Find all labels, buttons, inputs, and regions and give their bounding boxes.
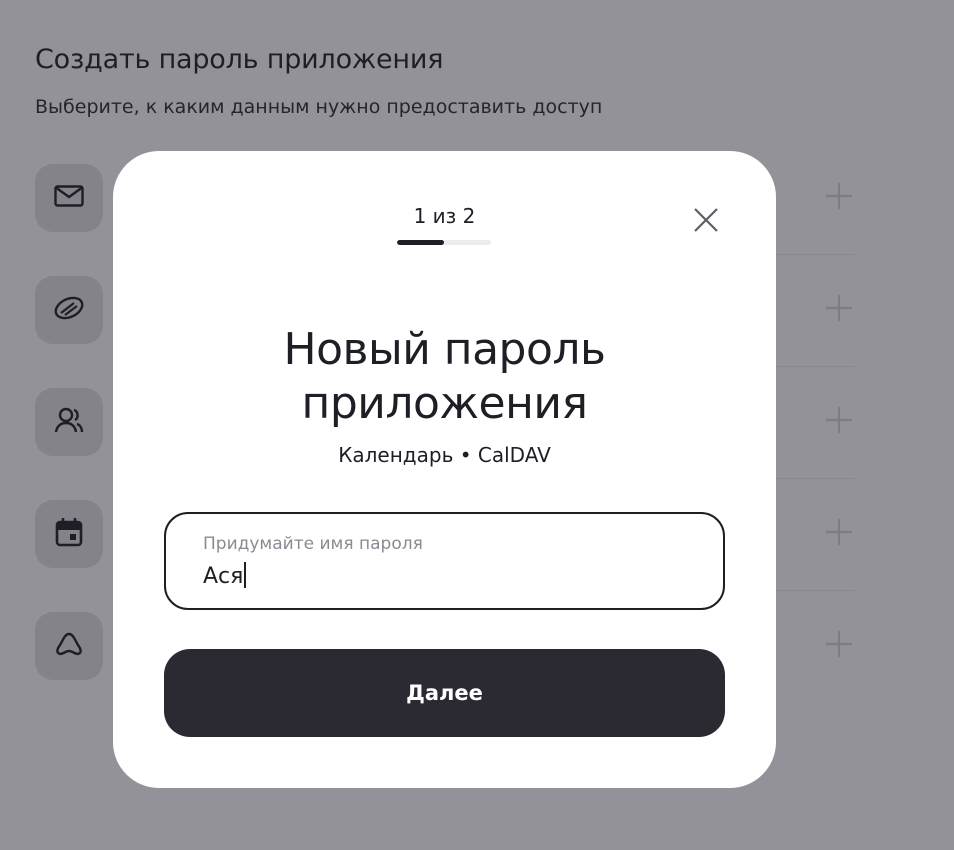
add-access-button[interactable] [823, 630, 855, 662]
access-icon-box [35, 276, 103, 344]
plus-icon [824, 181, 854, 215]
calendar-icon [55, 517, 83, 551]
plus-icon [824, 405, 854, 439]
cloud-icon [54, 631, 84, 661]
close-icon [693, 207, 719, 237]
password-name-input[interactable]: Ася [203, 562, 247, 592]
page-subtitle: Выберите, к каким данным нужно предостав… [35, 96, 603, 118]
new-app-password-modal: 1 из 2 Новый пароль приложения Календарь… [113, 151, 776, 788]
modal-subtitle: Календарь • CalDAV [338, 443, 551, 467]
text-caret [244, 562, 247, 588]
add-access-button[interactable] [823, 406, 855, 438]
step-progress-fill [397, 240, 444, 245]
add-access-button[interactable] [823, 182, 855, 214]
plus-icon [824, 629, 854, 663]
page-title: Создать пароль приложения [35, 44, 444, 75]
plus-icon [824, 293, 854, 327]
access-icon-box [35, 612, 103, 680]
password-name-field[interactable]: Придумайте имя пароля Ася [164, 512, 725, 610]
step-indicator: 1 из 2 [413, 204, 476, 228]
close-button[interactable] [687, 203, 725, 241]
modal-title: Новый пароль приложения [113, 323, 776, 431]
access-icon-box [35, 500, 103, 568]
disk-icon [52, 295, 86, 325]
next-button[interactable]: Далее [164, 649, 725, 737]
modal-title-line-2: приложения [301, 378, 588, 429]
access-icon-box [35, 164, 103, 232]
password-name-label: Придумайте имя пароля [203, 534, 423, 554]
add-access-button[interactable] [823, 294, 855, 326]
mail-icon [54, 185, 84, 211]
password-name-value: Ася [203, 564, 244, 589]
step-progress-bar [397, 240, 491, 245]
plus-icon [824, 517, 854, 551]
modal-title-line-1: Новый пароль [283, 324, 606, 375]
contacts-icon [54, 405, 84, 439]
add-access-button[interactable] [823, 518, 855, 550]
access-icon-box [35, 388, 103, 456]
